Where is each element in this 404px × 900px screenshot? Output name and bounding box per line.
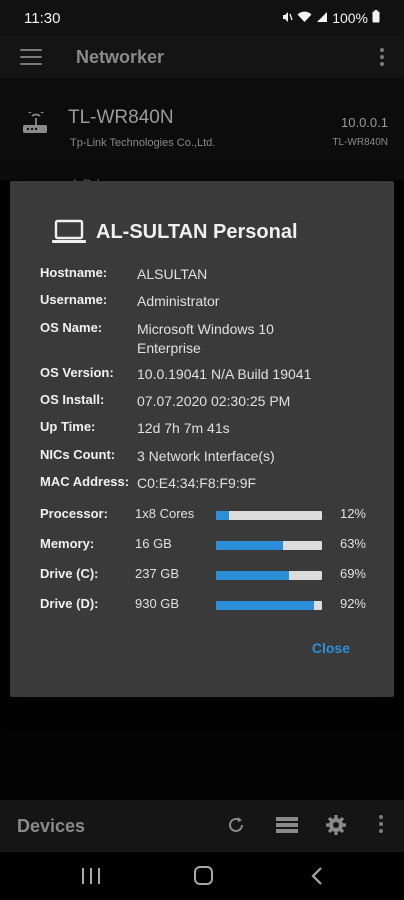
back-icon[interactable]: [308, 866, 328, 886]
dialog-header: AL-SULTAN Personal: [52, 219, 298, 245]
resource-progress-bar: [216, 511, 322, 520]
signal-icon: [316, 11, 328, 26]
info-value: 10.0.19041 N/A Build 19041: [137, 366, 312, 382]
resource-progress-bar: [216, 541, 322, 550]
resource-progress-bar: [216, 571, 322, 580]
system-nav-bar: [0, 852, 404, 900]
resource-progress-fill: [216, 571, 290, 580]
close-button[interactable]: Close: [312, 640, 350, 656]
resource-progress-fill: [216, 601, 314, 610]
info-label: OS Name:: [40, 320, 103, 335]
overflow-menu-icon[interactable]: [380, 48, 384, 66]
app-title: Networker: [76, 46, 165, 67]
status-time: 11:30: [24, 9, 61, 27]
resource-value: 16 GB: [135, 536, 172, 551]
list-icon[interactable]: [275, 814, 299, 836]
info-value: Microsoft Windows 10 Enterprise: [137, 321, 274, 356]
device-info-dialog: AL-SULTAN Personal Hostname: ALSULTAN Us…: [10, 181, 394, 697]
router-ip: 10.0.0.1: [341, 115, 388, 130]
overflow-icon[interactable]: [379, 815, 383, 833]
battery-icon: [372, 10, 380, 26]
resource-value: 930 GB: [135, 596, 180, 611]
resource-percent: 12%: [339, 506, 366, 521]
wifi-icon: [297, 11, 312, 26]
app-bar: Networker: [0, 36, 404, 78]
battery-text: 100%: [332, 10, 368, 26]
resource-label: Memory:: [40, 536, 95, 551]
router-item[interactable]: TL-WR840N Tp-Link Technologies Co.,Ltd. …: [0, 78, 404, 180]
resource-row-memory: Memory: 16 GB 63%: [40, 536, 380, 554]
resource-label: Drive (C):: [40, 566, 99, 581]
router-name: TL-WR840N: [68, 107, 174, 128]
info-value: Administrator: [137, 293, 220, 309]
recents-icon[interactable]: [82, 868, 100, 884]
resource-value: 237 GB: [135, 566, 180, 581]
info-label: NICs Count:: [40, 447, 116, 462]
info-label: OS Version:: [40, 365, 114, 380]
refresh-icon[interactable]: [225, 814, 247, 836]
info-label: Username:: [40, 292, 108, 307]
info-label: OS Install:: [40, 392, 105, 407]
laptop-icon: [52, 219, 86, 243]
router-icon: [23, 112, 47, 133]
gear-icon[interactable]: [325, 814, 347, 836]
resource-row-processor: Processor: 1x8 Cores 12%: [40, 506, 380, 524]
resource-row-drive-d: Drive (D): 930 GB 92%: [40, 596, 380, 614]
info-value: 3 Network Interface(s): [137, 448, 275, 464]
hamburger-menu-icon[interactable]: [20, 49, 42, 65]
resource-row-drive-c: Drive (C): 237 GB 69%: [40, 566, 380, 584]
resource-progress-fill: [216, 541, 283, 550]
info-value: C0:E4:34:F8:F9:9F: [137, 475, 257, 491]
router-model: TL-WR840N: [332, 137, 388, 148]
resource-progress-fill: [216, 511, 229, 520]
resource-label: Drive (D):: [40, 596, 99, 611]
resource-percent: 92%: [339, 596, 366, 611]
home-icon[interactable]: [194, 866, 213, 885]
info-value: 12d 7h 7m 41s: [137, 420, 230, 436]
info-value: 07.07.2020 02:30:25 PM: [137, 393, 291, 409]
resource-percent: 69%: [339, 566, 366, 581]
resource-label: Processor:: [40, 506, 108, 521]
info-label: MAC Address:: [40, 474, 130, 489]
resource-progress-bar: [216, 601, 322, 610]
status-bar: 11:30 100%: [0, 0, 404, 36]
resource-value: 1x8 Cores: [135, 506, 195, 521]
router-vendor: Tp-Link Technologies Co.,Ltd.: [70, 137, 216, 149]
status-icons: 100%: [281, 10, 380, 26]
info-label: Hostname:: [40, 265, 108, 280]
devices-title: Devices: [17, 815, 86, 836]
info-label: Up Time:: [40, 419, 96, 434]
info-value: ALSULTAN: [137, 266, 208, 282]
mute-icon: [281, 11, 293, 26]
resource-percent: 63%: [339, 536, 366, 551]
dialog-title: AL-SULTAN Personal: [96, 220, 298, 243]
